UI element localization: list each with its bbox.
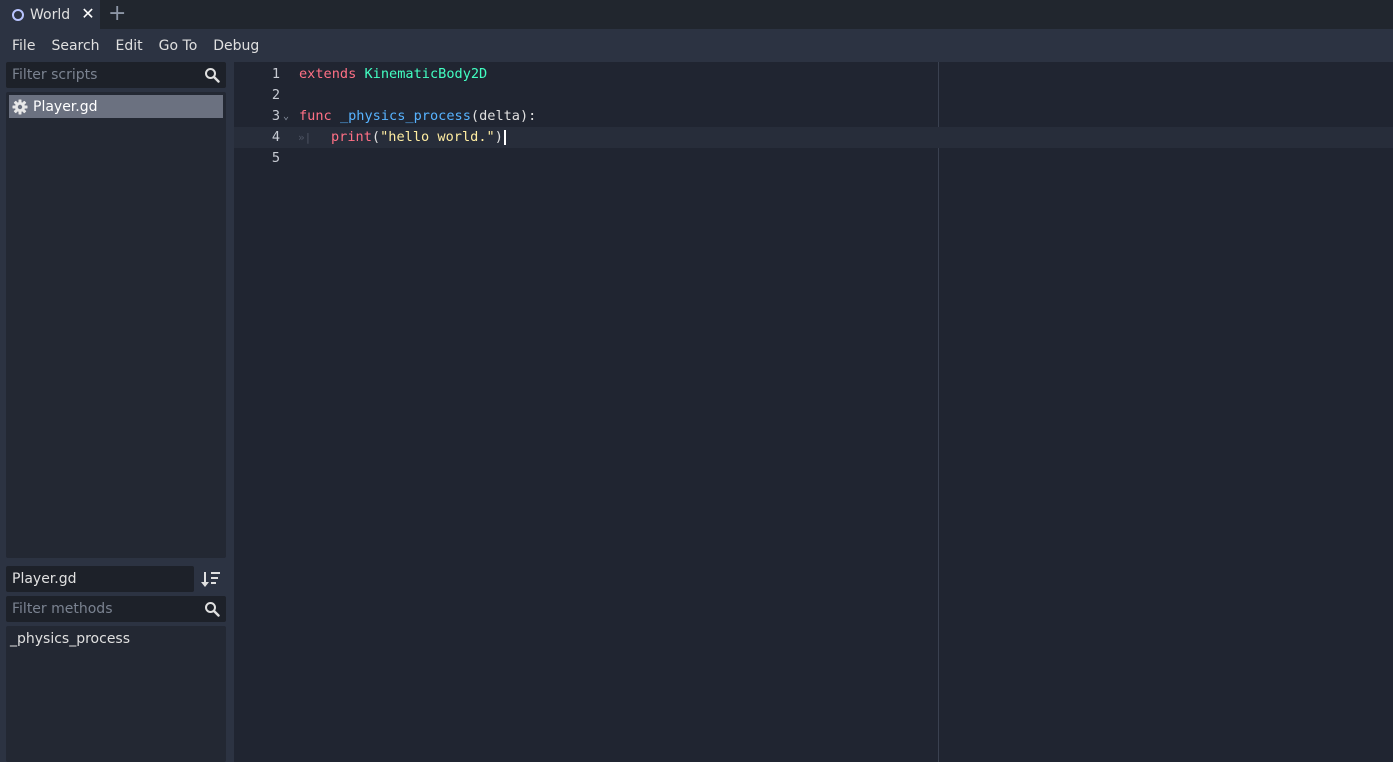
code-line[interactable]: 1 extends KinematicBody2D — [234, 64, 1393, 85]
line-number[interactable]: 1 — [234, 64, 280, 85]
filter-methods-input[interactable] — [6, 596, 200, 622]
code-line[interactable]: 4 »| print("hello world.") — [234, 127, 1393, 148]
gear-icon — [12, 99, 28, 114]
text-caret — [503, 129, 506, 145]
filter-scripts-input[interactable] — [6, 62, 200, 88]
current-script-label: Player.gd — [6, 566, 194, 592]
script-name: Player.gd — [33, 98, 98, 115]
tab-world[interactable]: World ✕ — [0, 0, 100, 29]
tab-label: World — [30, 6, 71, 23]
line-number[interactable]: 5 — [234, 148, 280, 169]
script-sidebar: Player.gd Player.gd _physics_process — [0, 62, 234, 762]
menu-debug[interactable]: Debug — [205, 31, 267, 61]
code-text: extends KinematicBody2D — [299, 64, 487, 85]
menu-goto[interactable]: Go To — [151, 31, 206, 61]
script-list: Player.gd — [6, 92, 226, 558]
code-token: ( — [371, 129, 381, 145]
method-list-item[interactable]: _physics_process — [10, 631, 130, 647]
code-token: extends — [299, 66, 357, 82]
fold-chevron-icon[interactable]: ⌄ — [283, 106, 289, 127]
code-token: (delta): — [470, 108, 537, 124]
tab-indent-icon: »| — [298, 131, 312, 144]
menu-search[interactable]: Search — [43, 31, 107, 61]
code-line[interactable]: 3 ⌄ func _physics_process(delta): — [234, 106, 1393, 127]
line-number[interactable]: 3 — [234, 106, 280, 127]
code-line[interactable]: 5 — [234, 148, 1393, 169]
sort-icon[interactable] — [200, 569, 222, 589]
code-token: "hello world." — [380, 129, 495, 145]
code-editor[interactable]: 1 extends KinematicBody2D 2 3 ⌄ func _physics… — [234, 62, 1393, 762]
scene-tab-bar: World ✕ + — [0, 0, 1393, 29]
code-token: ) — [494, 129, 503, 145]
code-text: print("hello world.") — [331, 127, 506, 148]
search-icon[interactable] — [204, 67, 220, 83]
method-list: _physics_process — [6, 626, 226, 762]
menu-file[interactable]: File — [4, 31, 43, 61]
menu-bar: File Search Edit Go To Debug — [0, 29, 1393, 62]
code-token: _physics_process — [339, 108, 471, 124]
filter-methods-box — [6, 596, 226, 622]
code-token: func — [299, 108, 332, 124]
code-token: print — [331, 129, 372, 145]
code-token: KinematicBody2D — [364, 66, 488, 82]
menu-edit[interactable]: Edit — [108, 31, 151, 61]
line-number[interactable]: 2 — [234, 85, 280, 106]
script-list-item[interactable]: Player.gd — [9, 95, 223, 118]
add-tab-icon[interactable]: + — [108, 3, 126, 25]
scene-circle-icon — [12, 8, 24, 21]
line-number[interactable]: 4 — [234, 127, 280, 148]
code-line[interactable]: 2 — [234, 85, 1393, 106]
search-icon[interactable] — [204, 601, 220, 617]
code-text: func _physics_process(delta): — [299, 106, 536, 127]
close-icon[interactable]: ✕ — [80, 6, 96, 22]
filter-scripts-box — [6, 62, 226, 88]
